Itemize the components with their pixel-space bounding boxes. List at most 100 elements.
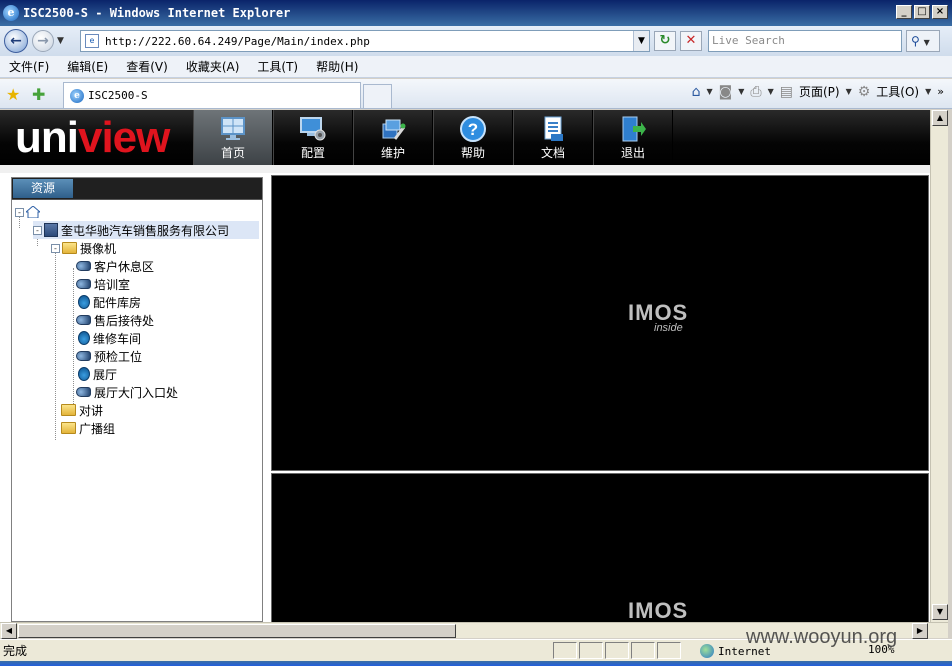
print-dropdown-icon[interactable]: ▼ [768,87,774,96]
tools-menu[interactable]: 工具(O) [876,83,919,100]
status-text: 完成 [3,644,28,658]
menu-edit[interactable]: 编辑(E) [67,58,108,75]
header-divider [0,165,930,173]
home-monitor-icon [221,117,245,140]
svg-text:?: ? [468,120,478,139]
resource-panel-header: 资源 [12,178,262,200]
internet-globe-icon [700,644,714,658]
taskbar [0,661,952,666]
dome-camera-icon [78,367,90,381]
menu-favorites[interactable]: 收藏夹(A) [186,58,240,75]
maximize-button[interactable]: □ [914,5,930,19]
tools-gear-icon: ⚙ [857,83,871,100]
video-pane-2[interactable]: IMOS [271,473,929,622]
command-bar: ⌂ ▼ ◙ ▼ ⎙ ▼ ▤ 页面(P) ▼ ⚙ 工具(O) ▼ » [692,83,944,100]
tree-camera-item[interactable]: 预检工位 [76,347,142,365]
search-button[interactable]: ⚲ ▼ [906,30,940,52]
feeds-dropdown-icon[interactable]: ▼ [738,87,744,96]
menu-file[interactable]: 文件(F) [9,58,49,75]
nav-exit[interactable]: 退出 [593,110,673,165]
nav-maintain-label: 维护 [380,146,405,160]
minimize-button[interactable]: _ [896,5,912,19]
tree-camera-item[interactable]: 展厅大门入口处 [76,383,178,401]
video-pane-1[interactable]: IMOS inside [271,175,929,471]
address-url[interactable]: http://222.60.64.249/Page/Main/index.php [105,35,370,48]
collapse-toggle[interactable]: - [51,243,60,253]
history-dropdown-icon[interactable]: ▼ [57,36,64,46]
dome-camera-icon [78,295,90,309]
page-menu[interactable]: 页面(P) [799,83,840,100]
menu-help[interactable]: 帮助(H) [316,58,358,75]
stop-button[interactable]: ✕ [680,31,702,51]
tree-root[interactable]: - [15,203,43,221]
uniview-logo: uniview [15,113,170,162]
home-dropdown-icon[interactable]: ▼ [706,87,712,96]
address-bar[interactable]: e http://222.60.64.249/Page/Main/index.p… [80,30,650,52]
tree-camera-item[interactable]: 培训室 [76,275,130,293]
search-input[interactable]: Live Search [708,30,902,52]
refresh-button[interactable]: ↻ [654,31,676,51]
scroll-left-icon[interactable]: ◀ [1,623,17,639]
window-title-bar: e ISC2500-S - Windows Internet Explorer … [0,0,952,26]
print-icon[interactable]: ⎙ [750,84,761,100]
page-dropdown-icon[interactable]: ▼ [846,87,852,96]
scroll-down-icon[interactable]: ▼ [932,604,948,620]
add-favorites-icon[interactable]: ✚ [32,85,45,104]
back-button[interactable]: ← [4,29,28,53]
tools-dropdown-icon[interactable]: ▼ [925,87,931,96]
page-menu-icon: ▤ [779,83,793,100]
tree-intercom[interactable]: 对讲 [61,401,103,419]
address-row: ← → ▼ e http://222.60.64.249/Page/Main/i… [0,26,952,56]
close-button[interactable]: × [932,5,948,19]
tree-camera-item[interactable]: 维修车间 [78,329,141,347]
resource-panel: 资源 - - 奎屯华驰汽车销售服务有限公司 - 摄像机 客户休息区 培训室 配件… [11,177,263,622]
tree-broadcast[interactable]: 广播组 [61,419,115,437]
tree-camera-item[interactable]: 配件库房 [78,293,141,311]
app-header: uniview 首页 配置 维护 ? 帮助 文档 退出 [0,110,930,165]
tree-org-label: 奎屯华驰汽车销售服务有限公司 [61,223,230,238]
chevron-more-icon[interactable]: » [937,85,944,98]
scroll-right-icon[interactable]: ▶ [912,623,928,639]
bullet-camera-icon [76,387,91,397]
home-icon [26,206,40,218]
scroll-up-icon[interactable]: ▲ [932,110,948,126]
vertical-scrollbar[interactable]: ▲ ▼ [930,110,948,622]
tab-resources[interactable]: 资源 [13,179,73,198]
menu-tools[interactable]: 工具(T) [257,58,298,75]
ie-logo-icon: e [3,5,19,21]
nav-docs[interactable]: 文档 [513,110,593,165]
intercom-folder-icon [61,404,76,416]
exit-door-icon [622,116,646,142]
organization-icon [44,223,58,237]
tree-cameras-label: 摄像机 [80,241,117,256]
tree-org[interactable]: - 奎屯华驰汽车销售服务有限公司 [33,221,259,239]
bullet-camera-icon [76,351,91,361]
imos-logo: IMOS inside [628,300,689,334]
home-icon[interactable]: ⌂ [692,84,701,100]
nav-home[interactable]: 首页 [193,110,273,165]
watermark: www.wooyun.org [746,626,898,648]
dome-camera-icon [78,331,90,345]
menu-view[interactable]: 查看(V) [126,58,168,75]
horizontal-scroll-thumb[interactable] [18,624,456,638]
feeds-icon[interactable]: ◙ [719,84,733,100]
bullet-camera-icon [76,315,91,325]
maintain-tools-icon [382,119,406,140]
favorites-star-icon[interactable]: ★ [6,85,20,104]
tree-cameras-group[interactable]: - 摄像机 [51,239,116,257]
tree-camera-item[interactable]: 展厅 [78,365,117,383]
search-dropdown-icon[interactable]: ▼ [924,38,930,47]
address-dropdown-icon[interactable]: ▼ [633,31,649,51]
nav-config[interactable]: 配置 [273,110,353,165]
new-tab-button[interactable] [363,84,392,108]
tab-label: ISC2500-S [88,89,148,102]
collapse-toggle[interactable]: - [15,207,24,217]
nav-docs-label: 文档 [540,146,565,160]
nav-help[interactable]: ? 帮助 [433,110,513,165]
tree-camera-item[interactable]: 客户休息区 [76,257,154,275]
browser-tab[interactable]: e ISC2500-S [63,82,361,108]
tree-camera-item[interactable]: 售后接待处 [76,311,154,329]
collapse-toggle[interactable]: - [33,225,42,235]
forward-button[interactable]: → [32,30,54,52]
nav-maintain[interactable]: 维护 [353,110,433,165]
